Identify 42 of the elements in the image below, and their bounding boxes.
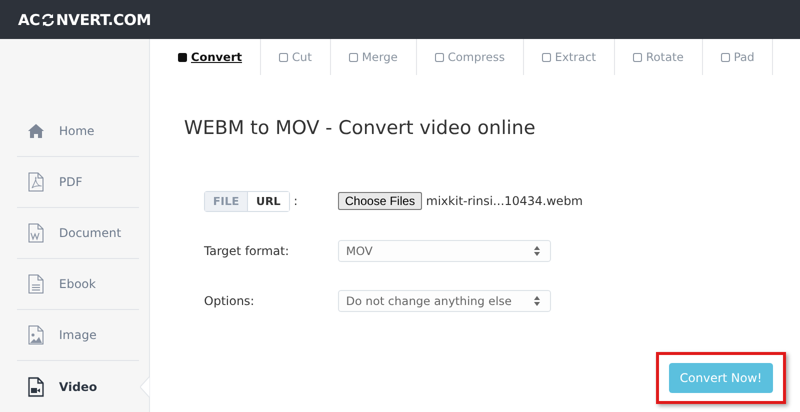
file-name: mixkit-rinsi...10434.webm <box>426 194 583 208</box>
refresh-arrows-icon <box>41 12 56 26</box>
tab[interactable]: Cut <box>261 39 331 75</box>
sidebar-item[interactable]: Image <box>17 310 139 361</box>
field-label: Target format: <box>204 244 290 258</box>
tab[interactable]: Pad <box>702 39 774 75</box>
checkbox-icon <box>178 52 187 62</box>
tab[interactable]: Convert <box>160 39 261 75</box>
logo[interactable]: AC NVERT.COM <box>18 10 151 28</box>
choose-files-button[interactable]: Choose Files <box>338 192 422 210</box>
toggle-option[interactable]: FILE <box>205 192 248 210</box>
sort-arrows-icon <box>534 296 540 306</box>
image-file-icon <box>27 325 45 345</box>
tab[interactable]: Merge <box>330 39 417 75</box>
checkbox-icon <box>279 52 288 62</box>
page-title: WEBM to MOV - Convert video online <box>184 117 536 139</box>
colon: : <box>294 194 298 208</box>
checkbox-icon <box>633 52 642 62</box>
checkbox-icon <box>348 52 358 62</box>
logo-text: AC <box>18 10 40 28</box>
dropdown[interactable]: MOV <box>338 240 551 262</box>
tab[interactable]: Compress <box>416 39 524 75</box>
sidebar-item[interactable]: Document <box>17 208 139 259</box>
house-icon <box>27 123 45 139</box>
sidebar-item[interactable]: Video <box>17 361 139 412</box>
video-file-icon <box>27 376 45 396</box>
text-file-icon <box>27 274 45 294</box>
pdf-file-icon <box>27 172 45 192</box>
convert-button[interactable]: Convert Now! <box>668 363 773 393</box>
tab[interactable]: Rotate <box>615 39 703 75</box>
word-file-icon <box>27 223 45 243</box>
checkbox-icon <box>434 52 444 62</box>
checkbox-icon <box>542 52 551 62</box>
sidebar-item[interactable]: PDF <box>17 157 139 208</box>
field-label: Options: <box>204 294 254 308</box>
sidebar-item[interactable]: Ebook <box>17 259 139 310</box>
checkbox-icon <box>720 52 730 62</box>
sidebar-item[interactable]: Home <box>17 106 139 157</box>
dropdown[interactable]: Do not change anything else <box>338 290 551 312</box>
logo-text: NVERT.COM <box>56 10 151 28</box>
tab[interactable]: Extract <box>524 39 616 75</box>
sort-arrows-icon <box>534 246 540 256</box>
